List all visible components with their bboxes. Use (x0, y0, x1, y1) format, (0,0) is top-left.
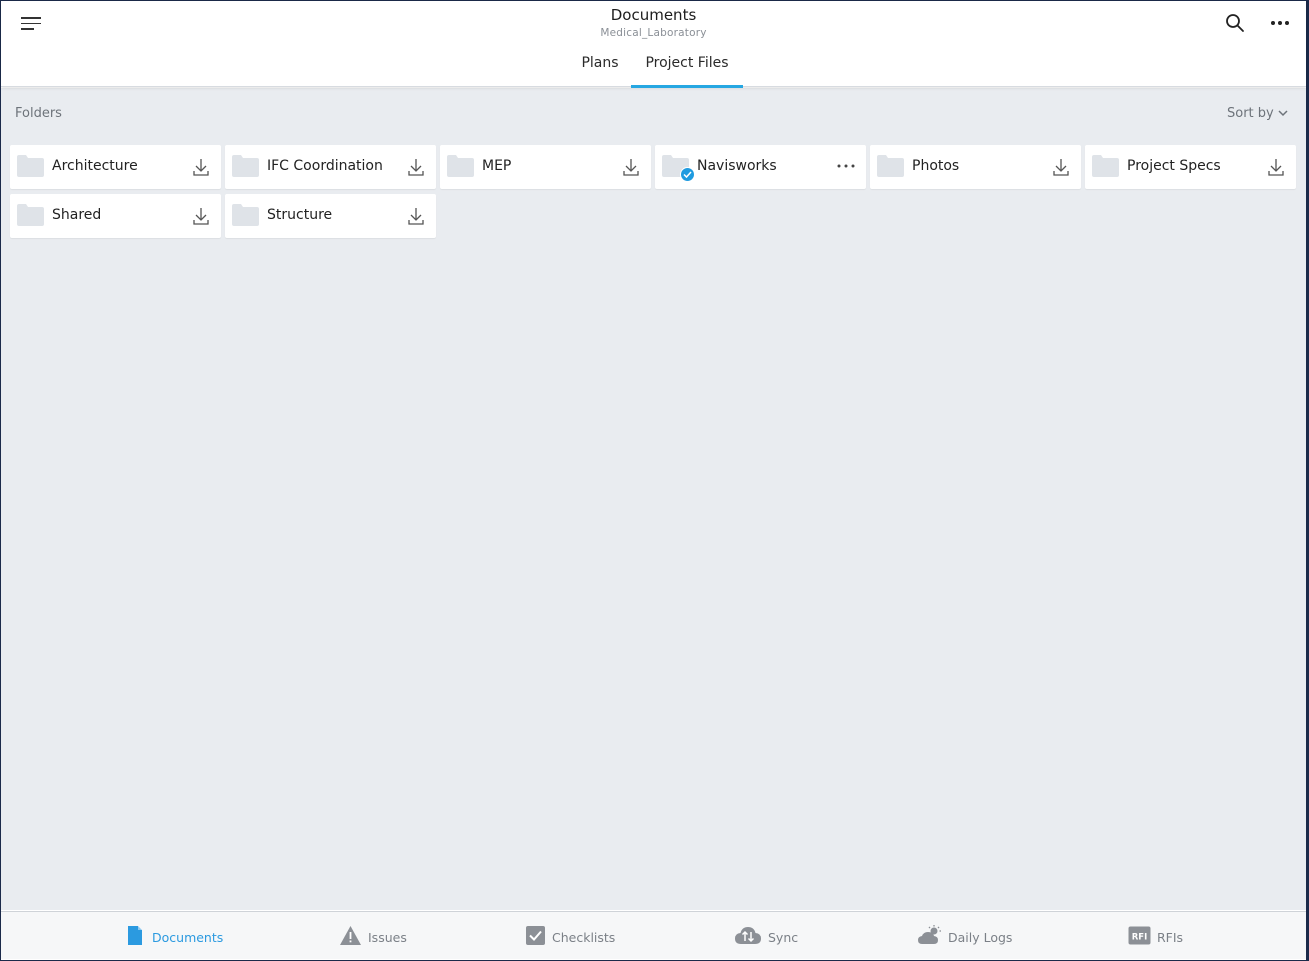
folder-icon (17, 204, 44, 226)
nav-issues[interactable]: Issues (339, 925, 407, 950)
nav-label: Daily Logs (948, 929, 1013, 945)
nav-label: Issues (368, 929, 407, 945)
folder-icon (17, 155, 44, 177)
rfi-icon: RFI (1128, 926, 1151, 949)
folder-card[interactable]: Navisworks (655, 145, 866, 189)
nav-label: Checklists (552, 929, 616, 945)
synced-check-icon (680, 167, 695, 182)
folder-card[interactable]: IFC Coordination (225, 145, 436, 189)
tab-project-files[interactable]: Project Files (631, 51, 743, 88)
folders-section-label: Folders (15, 106, 62, 121)
chevron-down-icon (1278, 106, 1288, 121)
folders-panel: Folders Sort by Architecture IFC Coordin… (1, 88, 1306, 910)
sort-by-button[interactable]: Sort by (1227, 106, 1288, 121)
more-icon[interactable] (836, 157, 856, 175)
folder-name: Photos (912, 158, 960, 174)
folder-icon (447, 155, 474, 177)
folder-icon (1092, 155, 1119, 177)
checkbox-icon (525, 925, 546, 950)
nav-sync[interactable]: Sync (734, 926, 798, 948)
project-subtitle: Medical_Laboratory (600, 27, 707, 39)
nav-checklists[interactable]: Checklists (525, 925, 616, 950)
warning-icon (339, 925, 362, 950)
folder-name: Structure (267, 207, 333, 223)
top-header: Documents Medical_Laboratory Plans Proje… (1, 1, 1306, 88)
nav-label: RFIs (1157, 929, 1184, 945)
download-icon[interactable] (193, 207, 209, 226)
download-icon[interactable] (1268, 158, 1284, 177)
folder-name: Shared (52, 207, 102, 223)
bottom-tab-bar: Documents Issues Checklists Sync Daily L… (1, 911, 1306, 959)
nav-label: Sync (768, 929, 799, 945)
folder-card[interactable]: Structure (225, 194, 436, 238)
sort-by-label: Sort by (1227, 106, 1274, 121)
folder-icon (877, 155, 904, 177)
download-icon[interactable] (1053, 158, 1069, 177)
folder-name: IFC Coordination (267, 158, 383, 174)
download-icon[interactable] (193, 158, 209, 177)
nav-daily-logs[interactable]: Daily Logs (917, 924, 1013, 950)
download-icon[interactable] (623, 158, 639, 177)
folder-name: Project Specs (1127, 158, 1221, 174)
folder-name: MEP (482, 158, 512, 174)
download-icon[interactable] (408, 158, 424, 177)
tab-plans[interactable]: Plans (573, 51, 627, 87)
cloud-sync-icon (734, 925, 762, 950)
folder-name: Navisworks (697, 158, 777, 174)
weather-icon (917, 924, 942, 950)
folder-card[interactable]: Project Specs (1085, 145, 1296, 189)
folder-card[interactable]: Shared (10, 194, 221, 238)
download-icon[interactable] (408, 207, 424, 226)
svg-text:RFI: RFI (1132, 932, 1148, 942)
folder-card[interactable]: Architecture (10, 145, 221, 189)
tab-bar: Plans Project Files (1, 51, 1306, 88)
more-options-icon[interactable] (1269, 13, 1291, 33)
nav-rfis[interactable]: RFI RFIs (1128, 926, 1183, 948)
folder-icon (232, 204, 259, 226)
nav-label: Documents (152, 929, 224, 945)
document-icon (125, 925, 146, 950)
folder-card[interactable]: MEP (440, 145, 651, 189)
folder-name: Architecture (52, 158, 138, 174)
folder-card[interactable]: Photos (870, 145, 1081, 189)
nav-documents[interactable]: Documents (125, 925, 224, 950)
page-title: Documents (610, 6, 697, 24)
search-icon[interactable] (1225, 13, 1245, 33)
folder-icon (232, 155, 259, 177)
